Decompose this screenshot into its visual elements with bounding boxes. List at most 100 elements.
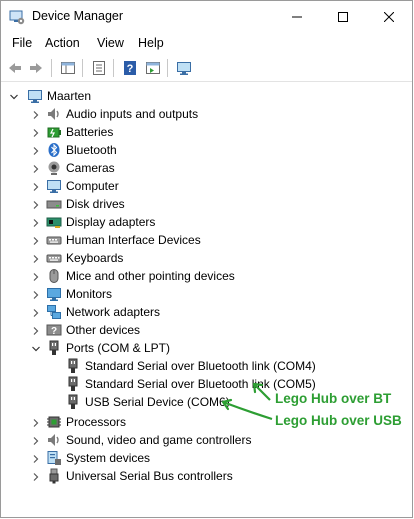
system-device-icon (46, 450, 62, 466)
tree-item-label: Ports (COM & LPT) (66, 341, 171, 355)
annotation-lego-hub-bt: Lego Hub over BT (275, 391, 392, 406)
computer-icon (46, 178, 62, 194)
svg-text:?: ? (127, 63, 134, 75)
collapsed-chevron-icon[interactable] (31, 453, 41, 463)
tree-item-label: Display adapters (66, 215, 156, 229)
action-pane-icon (146, 62, 160, 74)
bluetooth-icon (46, 142, 62, 158)
tree-item-label: Processors (66, 415, 127, 429)
device-tree: Maarten Audio inputs and outputs Batteri… (1, 82, 412, 517)
toolbar-separator (51, 59, 52, 77)
port-connector-icon (65, 376, 81, 392)
computer-icon (27, 88, 43, 104)
collapsed-chevron-icon[interactable] (31, 127, 41, 137)
menu-help[interactable]: Help (138, 36, 164, 50)
collapsed-chevron-icon[interactable] (31, 235, 41, 245)
tree-item-sound-video[interactable]: Sound, video and game controllers (1, 431, 412, 449)
tree-item-audio[interactable]: Audio inputs and outputs (1, 105, 412, 123)
collapsed-chevron-icon[interactable] (31, 307, 41, 317)
port-connector-icon (46, 340, 62, 356)
tree-root-label: Maarten (47, 89, 92, 103)
scan-hardware-button[interactable] (174, 58, 194, 78)
collapsed-chevron-icon[interactable] (31, 435, 41, 445)
usb-connector-icon (46, 468, 62, 484)
action-pane-button[interactable] (143, 58, 163, 78)
human-interface-device-icon (46, 232, 62, 248)
device-manager-app-icon (9, 9, 25, 25)
annotation-lego-hub-usb: Lego Hub over USB (275, 413, 402, 428)
svg-text:?: ? (51, 326, 57, 337)
tree-item-system-devices[interactable]: System devices (1, 449, 412, 467)
collapsed-chevron-icon[interactable] (31, 145, 41, 155)
tree-item-display-adapters[interactable]: Display adapters (1, 213, 412, 231)
maximize-button[interactable] (320, 1, 366, 32)
mouse-icon (46, 268, 62, 284)
port-connector-icon (65, 358, 81, 374)
tree-item-label: Audio inputs and outputs (66, 107, 199, 121)
port-device-label: USB Serial Device (COM6) (85, 395, 230, 409)
title-bar[interactable]: Device Manager (1, 1, 412, 32)
tree-root[interactable]: Maarten (1, 87, 412, 105)
network-adapter-icon (46, 304, 62, 320)
tree-item-label: Mice and other pointing devices (66, 269, 235, 283)
speaker-icon (46, 432, 62, 448)
tree-item-other-devices[interactable]: ? Other devices (1, 321, 412, 339)
collapsed-chevron-icon[interactable] (31, 289, 41, 299)
port-connector-icon (65, 394, 81, 410)
collapsed-chevron-icon[interactable] (31, 271, 41, 281)
help-button[interactable]: ? (120, 58, 140, 78)
tree-item-disk-drives[interactable]: Disk drives (1, 195, 412, 213)
battery-icon (46, 124, 62, 140)
tree-item-label: Monitors (66, 287, 113, 301)
tree-item-keyboards[interactable]: Keyboards (1, 249, 412, 267)
tree-item-monitors[interactable]: Monitors (1, 285, 412, 303)
tree-item-label: Sound, video and game controllers (66, 433, 252, 447)
console-tree-icon (61, 62, 75, 74)
show-hide-console-tree-button[interactable] (58, 58, 78, 78)
forward-arrow-icon (30, 63, 42, 73)
monitor-scan-icon (177, 62, 191, 75)
disk-drive-icon (46, 196, 62, 212)
tree-item-ports[interactable]: Ports (COM & LPT) (1, 339, 412, 357)
collapsed-chevron-icon[interactable] (31, 471, 41, 481)
expanded-chevron-icon[interactable] (31, 343, 41, 353)
tree-item-mice[interactable]: Mice and other pointing devices (1, 267, 412, 285)
tree-item-bluetooth[interactable]: Bluetooth (1, 141, 412, 159)
unknown-device-icon: ? (46, 322, 62, 338)
toolbar-separator (167, 59, 168, 77)
collapsed-chevron-icon[interactable] (31, 417, 41, 427)
tree-item-network-adapters[interactable]: Network adapters (1, 303, 412, 321)
tree-item-usb-controllers[interactable]: Universal Serial Bus controllers (1, 467, 412, 485)
tree-item-cameras[interactable]: Cameras (1, 159, 412, 177)
tree-item-label: Batteries (66, 125, 114, 139)
port-device-com4[interactable]: Standard Serial over Bluetooth link (COM… (1, 357, 412, 375)
collapsed-chevron-icon[interactable] (31, 217, 41, 227)
collapsed-chevron-icon[interactable] (31, 163, 41, 173)
collapsed-chevron-icon[interactable] (31, 199, 41, 209)
tree-item-hid[interactable]: Human Interface Devices (1, 231, 412, 249)
tree-item-label: Universal Serial Bus controllers (66, 469, 233, 483)
back-button[interactable] (5, 58, 25, 78)
display-adapter-icon (46, 214, 62, 230)
forward-button[interactable] (26, 58, 46, 78)
properties-icon (93, 61, 105, 75)
toolbar: ? (1, 54, 412, 82)
tree-item-batteries[interactable]: Batteries (1, 123, 412, 141)
monitor-icon (46, 286, 62, 302)
tree-item-computer[interactable]: Computer (1, 177, 412, 195)
properties-button[interactable] (89, 58, 109, 78)
speaker-icon (46, 106, 62, 122)
menu-view[interactable]: View (97, 36, 124, 50)
expanded-chevron-icon[interactable] (9, 91, 19, 101)
close-button[interactable] (366, 1, 412, 32)
collapsed-chevron-icon[interactable] (31, 253, 41, 263)
back-arrow-icon (9, 63, 21, 73)
tree-item-label: System devices (66, 451, 151, 465)
collapsed-chevron-icon[interactable] (31, 109, 41, 119)
collapsed-chevron-icon[interactable] (31, 325, 41, 335)
menu-action[interactable]: Action (45, 36, 80, 50)
tree-item-label: Bluetooth (66, 143, 117, 157)
minimize-button[interactable] (274, 1, 320, 32)
collapsed-chevron-icon[interactable] (31, 181, 41, 191)
menu-file[interactable]: File (12, 36, 32, 50)
